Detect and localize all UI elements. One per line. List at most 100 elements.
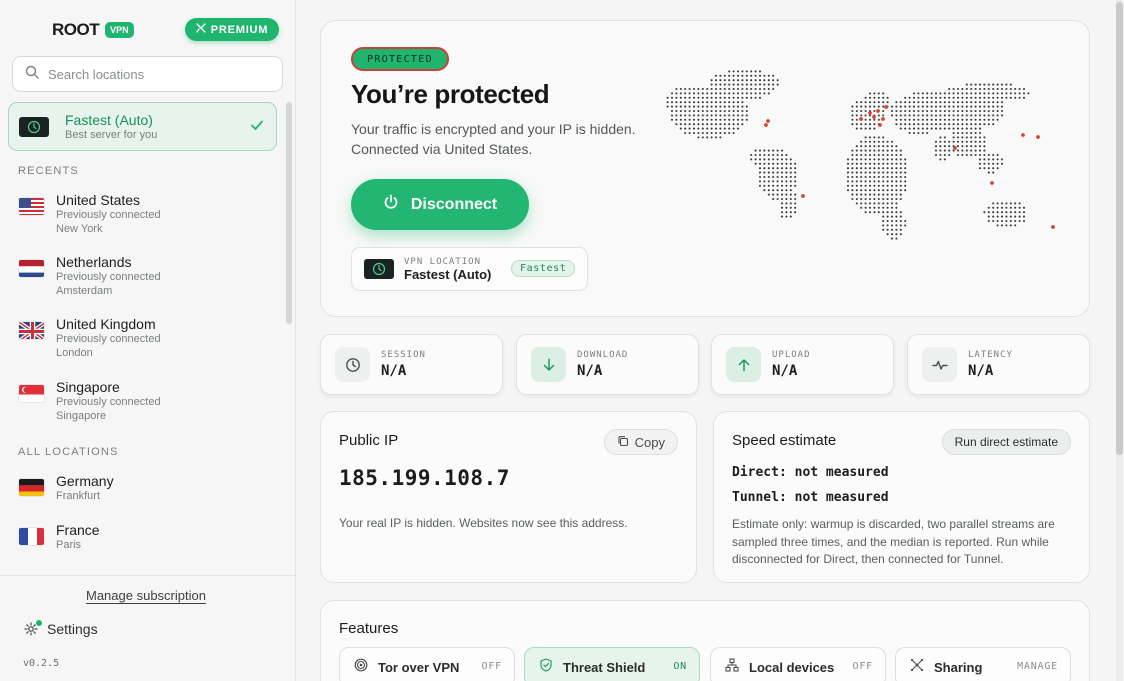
run-direct-estimate-button[interactable]: Run direct estimate — [941, 429, 1071, 455]
map-dot — [670, 114, 674, 117]
map-dot — [895, 215, 898, 218]
map-dot — [1000, 83, 1004, 86]
map-dot — [728, 118, 731, 121]
feature-threat-shield[interactable]: Threat Shield ON — [524, 647, 700, 681]
network-icon — [725, 657, 739, 677]
feature-local-devices[interactable]: Local devices OFF — [710, 647, 886, 681]
map-dot — [930, 118, 933, 121]
map-dot — [750, 74, 753, 77]
map-dot — [987, 87, 990, 91]
map-dot — [868, 105, 872, 108]
map-dot — [864, 105, 867, 108]
search-input[interactable] — [48, 66, 268, 82]
location-fastest-auto[interactable]: Fastest (Auto) Best server for you — [8, 102, 277, 151]
map-dot — [899, 189, 902, 192]
stat-session: SESSION N/A — [320, 334, 503, 395]
location-united-states[interactable]: United States Previously connected New Y… — [18, 192, 278, 236]
map-dot — [974, 105, 977, 108]
map-dot — [939, 101, 942, 104]
map-dot — [684, 127, 687, 130]
map-dot — [934, 114, 938, 117]
map-dot — [864, 153, 867, 157]
uk-flag-icon — [18, 321, 45, 340]
map-dot — [917, 101, 920, 104]
features-title: Features — [339, 620, 399, 637]
map-dot — [899, 193, 902, 196]
map-dot — [921, 114, 924, 117]
map-dot — [855, 167, 858, 170]
map-dot — [974, 118, 977, 121]
map-dot — [864, 158, 867, 161]
map-dot — [758, 175, 762, 179]
main-scrollbar-thumb[interactable] — [1116, 2, 1123, 455]
map-dot — [868, 211, 872, 214]
feature-sharing[interactable]: Sharing MANAGE — [895, 647, 1071, 681]
location-united-kingdom[interactable]: United Kingdom Previously connected Lond… — [18, 316, 278, 360]
sidebar-scrollbar[interactable] — [286, 102, 292, 324]
map-dot — [974, 131, 977, 135]
map-dot — [679, 109, 682, 113]
location-germany[interactable]: Germany Frankfurt — [18, 473, 278, 503]
map-dot — [741, 87, 744, 91]
map-dot — [785, 171, 788, 174]
map-dot — [741, 70, 744, 73]
nl-flag-icon — [18, 259, 45, 278]
map-dot — [877, 171, 880, 174]
map-dot — [877, 114, 880, 117]
map-dot — [794, 175, 797, 179]
map-dot — [912, 118, 916, 121]
map-dot — [996, 206, 999, 209]
vpn-location-chip[interactable]: VPN LOCATION Fastest (Auto) Fastest — [351, 247, 588, 291]
map-dot — [741, 92, 744, 95]
map-dot — [992, 96, 995, 99]
search-box — [12, 56, 283, 92]
map-dot — [714, 87, 718, 91]
map-dot — [723, 74, 726, 77]
map-dot — [860, 140, 863, 143]
premium-button[interactable]: PREMIUM — [185, 18, 279, 41]
pulse-icon — [922, 347, 957, 382]
map-dot — [772, 184, 775, 187]
map-dot — [956, 114, 960, 117]
copy-button[interactable]: Copy — [603, 429, 678, 455]
map-dot — [943, 158, 946, 161]
map-dot — [899, 158, 902, 161]
map-dot — [886, 193, 889, 196]
map-dot — [996, 83, 999, 86]
location-singapore[interactable]: Singapore Previously connected Singapore — [18, 379, 278, 423]
map-dot — [970, 109, 973, 113]
map-dot — [948, 153, 951, 157]
map-dot — [978, 131, 982, 135]
map-dot — [987, 219, 990, 223]
map-dot — [895, 153, 898, 157]
map-dot — [763, 83, 766, 86]
map-dot — [719, 92, 722, 95]
location-netherlands[interactable]: Netherlands Previously connected Amsterd… — [18, 254, 278, 298]
settings-button[interactable]: Settings — [24, 620, 98, 637]
map-dot — [873, 101, 876, 104]
map-dot — [688, 127, 691, 130]
manage-subscription-link[interactable]: Manage subscription — [86, 588, 206, 603]
speed-note: Estimate only: warmup is discarded, two … — [732, 517, 1055, 566]
map-dot — [745, 87, 748, 91]
disconnect-button[interactable]: Disconnect — [351, 179, 529, 230]
map-dot — [912, 114, 916, 117]
location-city: New York — [56, 223, 103, 235]
feature-tor-over-vpn[interactable]: Tor over VPN OFF — [339, 647, 515, 681]
location-france[interactable]: France Paris — [18, 522, 278, 552]
map-dot — [684, 114, 687, 117]
map-dot — [785, 206, 788, 209]
map-dot — [899, 197, 902, 201]
map-dot — [987, 158, 990, 161]
map-dot — [868, 175, 872, 179]
map-dot — [983, 136, 986, 139]
map-dot — [714, 123, 718, 126]
map-dot — [895, 171, 898, 174]
map-dot — [851, 118, 854, 121]
map-dot — [987, 114, 990, 117]
map-dot — [904, 184, 907, 187]
map-dot — [983, 109, 986, 113]
map-dot — [794, 167, 797, 170]
map-dot — [992, 92, 995, 95]
map-dot — [684, 118, 687, 121]
